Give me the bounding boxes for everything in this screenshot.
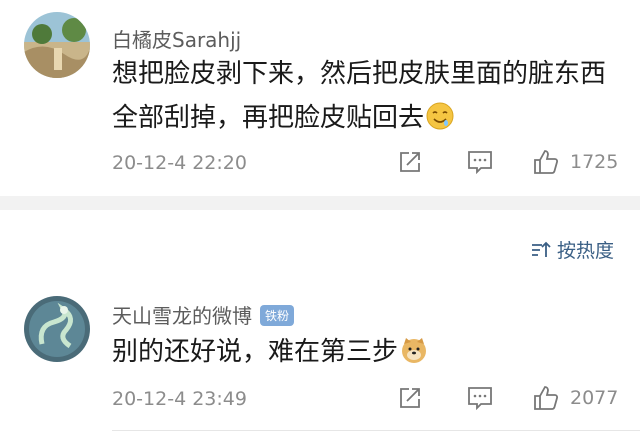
share-icon — [400, 152, 420, 172]
comment-icon — [468, 151, 492, 174]
sort-label: 按热度 — [556, 240, 614, 262]
share-icon — [400, 388, 420, 408]
avatar[interactable] — [24, 12, 90, 78]
sort-by-heat-button[interactable]: 按热度 — [531, 236, 614, 263]
share-button[interactable] — [398, 386, 422, 410]
timestamp: 20-12-4 22:20 — [112, 152, 247, 174]
comment-text-line: 全部刮掉，再把脸皮贴回去 — [112, 96, 454, 141]
comment-text: 全部刮掉，再把脸皮贴回去 — [112, 103, 425, 133]
like-button[interactable]: 2077 — [532, 384, 618, 412]
sort-icon — [531, 241, 551, 257]
comment-text-line: 别的还好说，难在第三步 — [112, 330, 428, 375]
like-count: 1725 — [570, 151, 619, 173]
drooling-face-emoji — [426, 100, 454, 130]
comment-button[interactable] — [467, 386, 493, 410]
comment-icon — [468, 387, 492, 410]
section-divider — [0, 196, 640, 210]
timestamp: 20-12-4 23:49 — [112, 388, 247, 410]
doge-emoji — [400, 334, 428, 363]
comment-text-line: 想把脸皮剥下来，然后把皮肤里面的脏东西 — [112, 59, 607, 89]
share-button[interactable] — [398, 150, 422, 174]
row-divider — [112, 430, 640, 431]
thumbs-up-icon — [534, 150, 559, 174]
avatar[interactable] — [24, 296, 90, 362]
comment-item: 白橘皮Sarahjj 想把脸皮剥下来，然后把皮肤里面的脏东西 全部刮掉，再把脸皮… — [0, 0, 640, 196]
username[interactable]: 天山雪龙的微博 铁粉 — [112, 300, 295, 329]
like-count: 2077 — [570, 387, 619, 409]
like-button[interactable]: 1725 — [532, 148, 618, 176]
username[interactable]: 白橘皮Sarahjj — [112, 24, 241, 53]
comment-button[interactable] — [467, 150, 493, 174]
username-text: 天山雪龙的微博 — [112, 304, 252, 328]
thumbs-up-icon — [534, 386, 559, 410]
comment-text: 别的还好说，难在第三步 — [112, 337, 399, 367]
fan-badge: 铁粉 — [260, 305, 295, 326]
